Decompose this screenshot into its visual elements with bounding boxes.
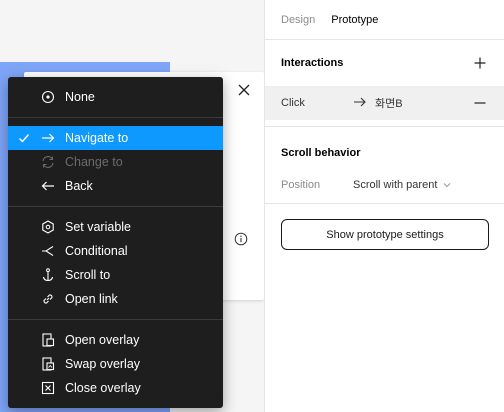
arrow-right-icon xyxy=(41,131,55,145)
sidebar-tabs: Design Prototype xyxy=(265,0,504,40)
menu-item-none[interactable]: None xyxy=(8,85,223,109)
interaction-row[interactable]: Click 화면B xyxy=(265,86,504,120)
close-overlay-icon xyxy=(41,381,55,395)
swap-overlay-icon xyxy=(41,357,55,371)
menu-item-label: Close overlay xyxy=(65,381,141,395)
arrow-left-icon xyxy=(41,179,55,193)
swap-arrows-icon xyxy=(41,155,55,169)
menu-item-open-overlay[interactable]: Open overlay xyxy=(8,328,223,352)
tab-prototype[interactable]: Prototype xyxy=(331,14,378,26)
open-overlay-icon xyxy=(41,333,55,347)
show-prototype-settings-button[interactable]: Show prototype settings xyxy=(281,219,489,250)
interactions-title: Interactions xyxy=(281,57,344,69)
tab-design[interactable]: Design xyxy=(281,14,315,26)
position-label: Position xyxy=(281,179,321,191)
arrow-right-icon xyxy=(353,97,367,110)
position-row: Position Scroll with parent xyxy=(265,175,504,195)
position-value: Scroll with parent xyxy=(353,179,438,191)
info-icon[interactable] xyxy=(234,232,248,246)
add-interaction-plus-icon[interactable] xyxy=(472,55,488,71)
menu-separator xyxy=(8,206,223,207)
scroll-behavior-title: Scroll behavior xyxy=(281,147,361,159)
menu-item-conditional[interactable]: Conditional xyxy=(8,239,223,263)
menu-item-open-link[interactable]: Open link xyxy=(8,287,223,311)
menu-item-label: Swap overlay xyxy=(65,357,141,371)
menu-item-scroll-to[interactable]: Scroll to xyxy=(8,263,223,287)
menu-item-set-variable[interactable]: Set variable xyxy=(8,215,223,239)
anchor-icon xyxy=(41,268,55,282)
remove-interaction-minus-icon[interactable] xyxy=(472,95,488,111)
position-select[interactable]: Scroll with parent xyxy=(353,179,451,191)
menu-item-label: Navigate to xyxy=(65,131,129,145)
checkmark-icon xyxy=(18,132,30,144)
menu-item-label: Open overlay xyxy=(65,333,140,347)
menu-item-change-to: Change to xyxy=(8,150,223,174)
link-icon xyxy=(41,292,55,306)
branch-icon xyxy=(41,244,55,258)
menu-item-label: Back xyxy=(65,179,93,193)
menu-item-label: Change to xyxy=(65,155,123,169)
menu-item-label: Open link xyxy=(65,292,118,306)
interaction-action[interactable]: 화면B xyxy=(353,95,403,111)
menu-separator xyxy=(8,117,223,118)
menu-item-navigate-to[interactable]: Navigate to xyxy=(8,126,223,150)
close-icon[interactable] xyxy=(236,82,252,98)
menu-item-label: None xyxy=(65,90,95,104)
menu-item-label: Set variable xyxy=(65,220,132,234)
menu-item-label: Conditional xyxy=(65,244,128,258)
divider xyxy=(265,126,504,127)
menu-item-swap-overlay[interactable]: Swap overlay xyxy=(8,352,223,376)
menu-item-close-overlay[interactable]: Close overlay xyxy=(8,376,223,400)
hexagon-icon xyxy=(41,220,55,234)
interactions-header: Interactions xyxy=(265,40,504,86)
interaction-target: 화면B xyxy=(375,98,403,110)
menu-item-label: Scroll to xyxy=(65,268,111,282)
scroll-behavior-section: Scroll behavior Position Scroll with par… xyxy=(265,131,504,204)
chevron-down-icon xyxy=(443,179,451,191)
circle-dot-icon xyxy=(41,90,55,104)
menu-separator xyxy=(8,319,223,320)
action-dropdown-menu: None Navigate to Change to Back Set vari… xyxy=(8,77,223,408)
interaction-trigger[interactable]: Click xyxy=(281,97,353,109)
properties-sidebar: Design Prototype Interactions Click 화면B … xyxy=(264,0,504,412)
menu-item-back[interactable]: Back xyxy=(8,174,223,198)
